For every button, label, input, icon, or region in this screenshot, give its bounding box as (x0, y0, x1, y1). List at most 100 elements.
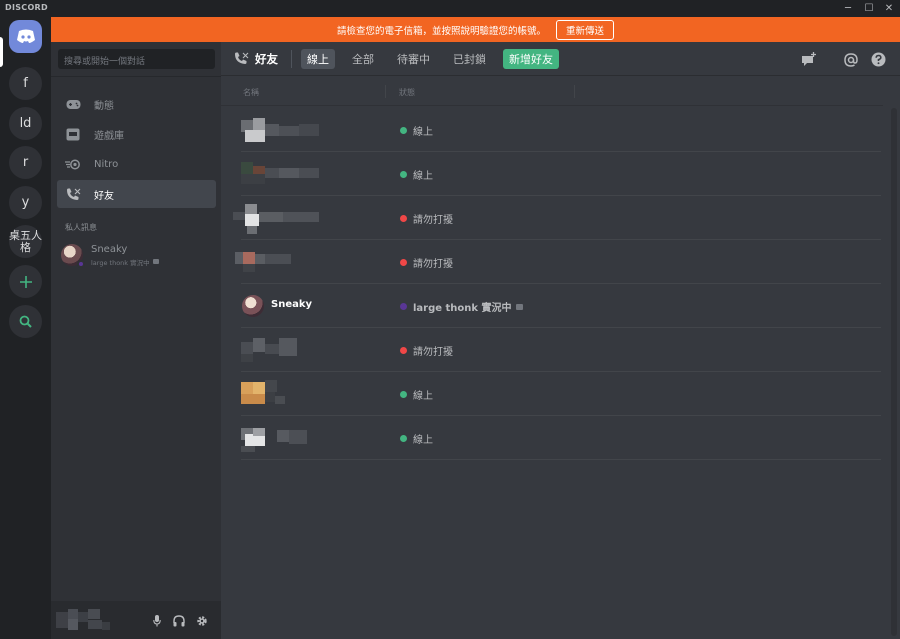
avatar (61, 244, 85, 268)
nitro-icon (65, 156, 81, 172)
nav-library[interactable]: 遊戲庫 (57, 120, 216, 148)
stream-icon (515, 303, 523, 310)
status-dot (400, 347, 407, 354)
banner-text: 請檢查您的電子信箱，並按照說明驗證您的帳號。 (336, 25, 546, 37)
status-dot (400, 435, 407, 442)
verify-email-banner: 請檢查您的電子信箱，並按照說明驗證您的帳號。 重新傳送 (51, 17, 900, 42)
nav-activity[interactable]: 動態 (57, 90, 216, 118)
dm-name: Sneaky (91, 243, 128, 255)
tab-blocked[interactable]: 已封鎖 (447, 49, 492, 69)
status-text: 請勿打擾 (413, 347, 453, 358)
column-header-status[interactable]: 狀態 (399, 87, 415, 98)
resend-button[interactable]: 重新傳送 (556, 19, 615, 40)
home-button[interactable] (9, 20, 42, 53)
nav-label: 好友 (94, 190, 114, 202)
friend-status: large thonk 實況中 (400, 299, 523, 314)
server-icon[interactable]: r (9, 146, 42, 179)
nav-label: Nitro (94, 158, 119, 170)
maximize-button[interactable]: ☐ (859, 0, 879, 17)
minimize-button[interactable]: ─ (838, 0, 858, 17)
dm-section-title: 私人訊息 (65, 223, 97, 232)
status-dot (77, 260, 85, 268)
status-text: 線上 (413, 435, 433, 446)
status-text: 線上 (413, 391, 433, 402)
friend-status: 請勿打擾 (400, 255, 453, 270)
friend-status: 線上 (400, 387, 433, 402)
avatar (242, 295, 264, 317)
microphone-icon[interactable] (150, 614, 164, 628)
server-icon[interactable]: ld (9, 107, 42, 140)
divider (51, 76, 221, 77)
help-icon[interactable] (870, 51, 887, 68)
gamepad-icon (65, 96, 81, 112)
friends-phone-icon (234, 52, 249, 65)
active-server-indicator (0, 37, 3, 67)
add-friend-button[interactable]: 新增好友 (503, 48, 559, 69)
stream-icon (152, 259, 159, 264)
discord-logo-icon (16, 29, 35, 43)
close-button[interactable]: ✕ (879, 0, 899, 17)
tab-all[interactable]: 全部 (346, 49, 380, 69)
gear-icon[interactable] (195, 614, 209, 628)
friend-row[interactable]: 線上 (241, 416, 881, 460)
mentions-icon[interactable] (842, 51, 859, 68)
page-title-text: 好友 (255, 51, 278, 66)
friend-row[interactable]: 線上 (241, 152, 881, 196)
tab-pending[interactable]: 待審中 (391, 49, 436, 69)
search-input[interactable]: 搜尋或開始一個對話 (58, 49, 215, 69)
server-icon[interactable]: f (9, 67, 42, 100)
status-dot (400, 215, 407, 222)
divider (221, 105, 883, 106)
status-dot (400, 391, 407, 398)
nav-label: 遊戲庫 (94, 130, 124, 142)
nav-label: 動態 (94, 100, 114, 112)
friend-status: 線上 (400, 431, 433, 446)
library-icon (65, 126, 81, 142)
friend-row[interactable]: 線上 (241, 108, 881, 152)
plus-icon (19, 275, 32, 288)
add-server-button[interactable] (9, 265, 42, 298)
status-text: 請勿打擾 (413, 259, 453, 270)
explore-servers-button[interactable] (9, 305, 42, 338)
status-text: large thonk 實況中 (413, 303, 512, 314)
dm-activity-text: large thonk 實況中 (91, 258, 150, 267)
dm-sidebar: 搜尋或開始一個對話 動態 遊戲庫 Nitro 好友 私人訊息 Sneaky la… (51, 42, 221, 639)
friends-phone-icon (65, 186, 81, 202)
status-text: 線上 (413, 171, 433, 182)
friend-name: Sneaky (271, 299, 313, 310)
status-text: 請勿打擾 (413, 215, 453, 226)
scrollbar[interactable] (891, 108, 897, 636)
dm-activity: large thonk 實況中 (91, 257, 159, 267)
friends-header: 好友 線上 全部 待審中 已封鎖 新增好友 (221, 42, 900, 76)
column-divider (574, 85, 575, 98)
user-avatar-blurred[interactable] (56, 606, 112, 634)
title-bar: DISCORD ─ ☐ ✕ (0, 0, 900, 17)
headphones-icon[interactable] (172, 614, 186, 628)
server-icon[interactable]: y (9, 186, 42, 219)
column-header-name[interactable]: 名稱 (243, 87, 259, 98)
search-icon (19, 315, 32, 328)
status-dot (400, 127, 407, 134)
friend-row[interactable]: 請勿打擾 (241, 328, 881, 372)
status-text: 線上 (413, 127, 433, 138)
friend-status: 請勿打擾 (400, 343, 453, 358)
page-title: 好友 (221, 51, 278, 67)
friend-status: 線上 (400, 123, 433, 138)
nav-nitro[interactable]: Nitro (57, 150, 216, 178)
nav-friends[interactable]: 好友 (57, 180, 216, 208)
server-rail: f ld r y 桌五人格 (0, 17, 51, 639)
new-group-dm-icon[interactable] (801, 51, 818, 68)
column-divider (385, 85, 386, 98)
status-dot (400, 171, 407, 178)
friend-row[interactable]: 請勿打擾 (235, 240, 881, 284)
dm-item[interactable]: Sneaky large thonk 實況中 (61, 241, 211, 269)
user-panel (51, 601, 221, 639)
friends-main: 好友 線上 全部 待審中 已封鎖 新增好友 名稱 狀態 線上 線上 請勿打擾 請… (221, 42, 900, 639)
tab-online[interactable]: 線上 (301, 48, 335, 69)
friend-row[interactable]: Sneaky large thonk 實況中 (241, 284, 881, 328)
friend-row[interactable]: 線上 (241, 372, 881, 416)
friend-row[interactable]: 請勿打擾 (233, 196, 881, 240)
app-brand: DISCORD (5, 3, 48, 12)
server-icon[interactable]: 桌五人格 (9, 225, 42, 258)
friend-status: 線上 (400, 167, 433, 182)
